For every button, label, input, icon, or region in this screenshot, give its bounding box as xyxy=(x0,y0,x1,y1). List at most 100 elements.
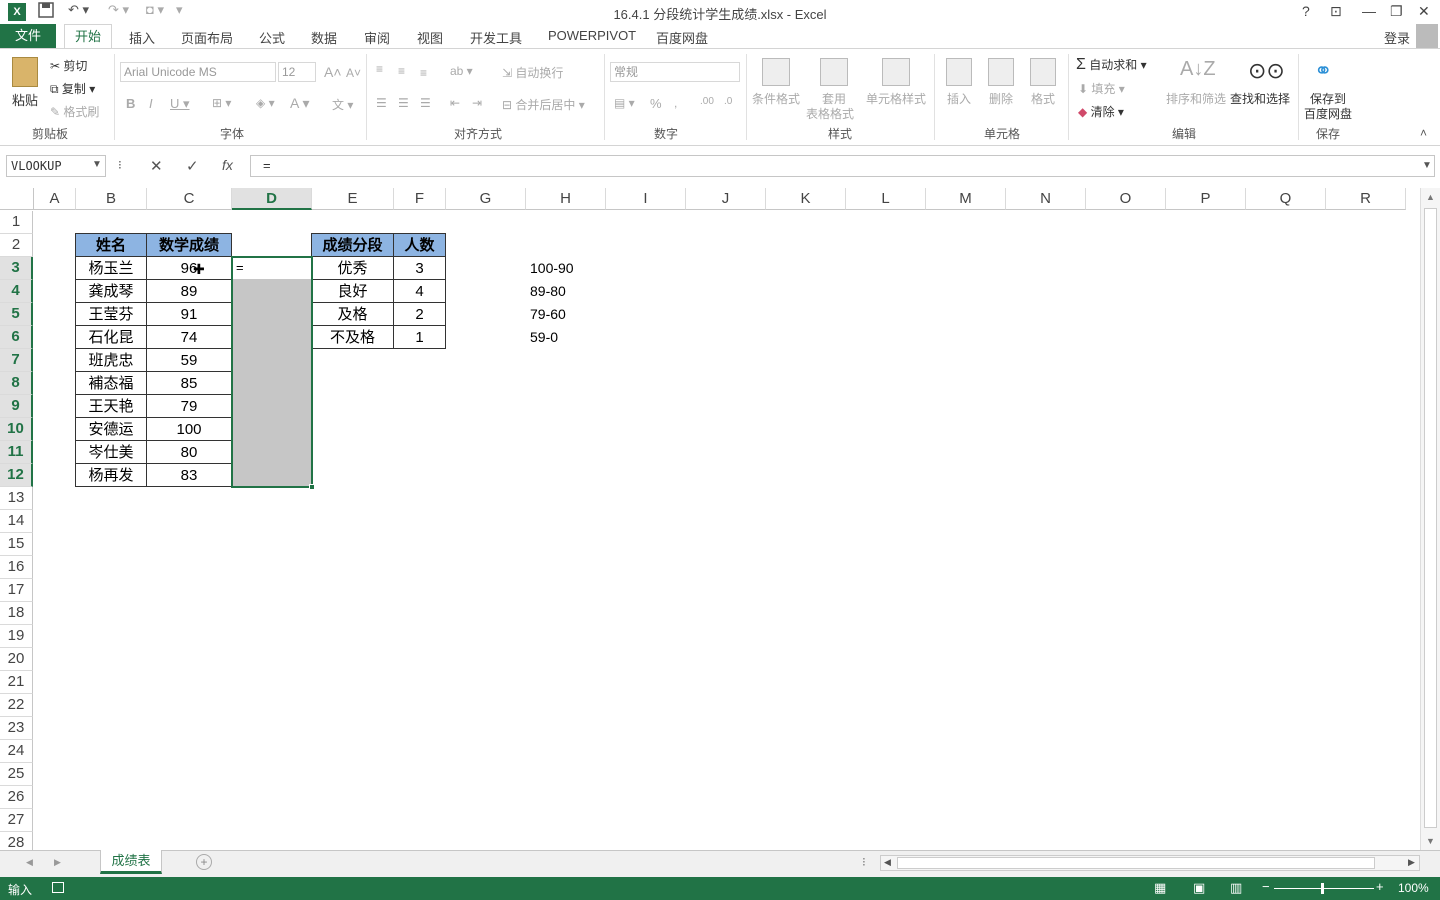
row-header-9[interactable]: 9 xyxy=(0,395,33,418)
row-header-2[interactable]: 2 xyxy=(0,234,33,257)
row-header-20[interactable]: 20 xyxy=(0,648,33,671)
expand-formula-bar-icon[interactable]: ▼ xyxy=(1422,160,1432,171)
row-header-14[interactable]: 14 xyxy=(0,510,33,533)
insert-function-icon[interactable]: fx xyxy=(222,157,233,173)
tab-splitter-icon[interactable]: ⁝ xyxy=(862,855,866,869)
row-header-26[interactable]: 26 xyxy=(0,786,33,809)
scroll-right-icon[interactable]: ▶ xyxy=(1408,857,1415,868)
insert-cells-button[interactable]: 插入 xyxy=(947,90,971,107)
macro-record-icon[interactable] xyxy=(52,882,64,893)
tab-review[interactable]: 审阅 xyxy=(364,28,390,47)
find-select-button[interactable]: 查找和选择 xyxy=(1230,90,1290,107)
tab-page-layout[interactable]: 页面布局 xyxy=(181,28,233,47)
increase-indent-icon[interactable]: ⇥ xyxy=(472,96,482,110)
tab-home[interactable]: 开始 xyxy=(64,24,112,49)
column-header-p[interactable]: P xyxy=(1166,188,1246,210)
paste-icon[interactable] xyxy=(12,57,38,87)
count-cell[interactable]: 1 xyxy=(393,325,446,349)
fill-color-icon[interactable]: ◈ ▾ xyxy=(256,96,275,110)
table-header[interactable]: 人数 xyxy=(393,233,446,257)
orientation-icon[interactable]: ab ▾ xyxy=(450,64,473,78)
percent-icon[interactable]: % xyxy=(650,96,662,111)
close-icon[interactable]: ✕ xyxy=(1418,3,1430,20)
increase-decimal-icon[interactable]: .00 xyxy=(700,96,714,107)
score-cell[interactable]: 74 xyxy=(146,325,232,349)
row-header-6[interactable]: 6 xyxy=(0,326,33,349)
student-name-cell[interactable]: 班虎忠 xyxy=(75,348,147,372)
shrink-font-icon[interactable]: A˅ xyxy=(346,66,361,80)
collapse-ribbon-icon[interactable]: ˄ xyxy=(1420,126,1427,140)
help-icon[interactable]: ? xyxy=(1302,3,1310,19)
column-header-b[interactable]: B xyxy=(76,188,147,210)
column-header-h[interactable]: H xyxy=(526,188,606,210)
column-header-q[interactable]: Q xyxy=(1246,188,1326,210)
sort-filter-button[interactable]: 排序和筛选 xyxy=(1166,90,1226,107)
select-all-corner[interactable] xyxy=(0,188,34,210)
zoom-slider[interactable] xyxy=(1274,888,1374,889)
italic-icon[interactable]: I xyxy=(149,96,153,111)
column-header-e[interactable]: E xyxy=(312,188,394,210)
scrollbar-thumb[interactable] xyxy=(1424,208,1437,828)
tab-powerpivot[interactable]: POWERPIVOT xyxy=(548,28,636,43)
grow-font-icon[interactable]: A˄ xyxy=(324,64,342,80)
decrease-indent-icon[interactable]: ⇤ xyxy=(450,96,460,110)
tab-baidu[interactable]: 百度网盘 xyxy=(656,28,708,47)
grade-band-cell[interactable]: 良好 xyxy=(311,279,394,303)
count-cell[interactable]: 2 xyxy=(393,302,446,326)
tab-formulas[interactable]: 公式 xyxy=(259,28,285,47)
zoom-slider-thumb[interactable] xyxy=(1321,883,1324,894)
accounting-icon[interactable]: ▤ ▾ xyxy=(614,96,635,110)
column-header-k[interactable]: K xyxy=(766,188,846,210)
comma-icon[interactable]: , xyxy=(674,96,677,110)
add-sheet-icon[interactable]: + xyxy=(196,854,212,870)
ribbon-display-icon[interactable]: ⊡ xyxy=(1330,3,1342,20)
row-header-19[interactable]: 19 xyxy=(0,625,33,648)
column-header-j[interactable]: J xyxy=(686,188,766,210)
user-avatar[interactable] xyxy=(1416,24,1438,48)
save-to-baidu-line2[interactable]: 百度网盘 xyxy=(1304,105,1352,122)
normal-view-icon[interactable]: ▦ xyxy=(1154,880,1166,896)
column-header-o[interactable]: O xyxy=(1086,188,1166,210)
tab-data[interactable]: 数据 xyxy=(311,28,337,47)
format-painter-button[interactable]: ✎ 格式刷 xyxy=(50,103,99,120)
name-box[interactable]: VLOOKUP xyxy=(6,155,106,177)
tab-view[interactable]: 视图 xyxy=(417,28,443,47)
row-header-21[interactable]: 21 xyxy=(0,671,33,694)
row-header-18[interactable]: 18 xyxy=(0,602,33,625)
name-box-dropdown-icon[interactable]: ▼ xyxy=(92,159,102,170)
student-name-cell[interactable]: 安德运 xyxy=(75,417,147,441)
column-header-g[interactable]: G xyxy=(446,188,526,210)
table-header[interactable]: 姓名 xyxy=(75,233,147,257)
restore-icon[interactable]: ❐ xyxy=(1390,3,1403,20)
phonetic-icon[interactable]: 文 ▾ xyxy=(332,96,353,113)
underline-icon[interactable]: U ▾ xyxy=(170,96,190,112)
bold-icon[interactable]: B xyxy=(126,96,135,111)
border-icon[interactable]: ⊞ ▾ xyxy=(212,96,231,110)
login-link[interactable]: 登录 xyxy=(1384,28,1410,47)
horizontal-scrollbar[interactable]: ◀ ▶ xyxy=(880,855,1420,871)
row-header-7[interactable]: 7 xyxy=(0,349,33,372)
align-left-icon[interactable]: ☰ xyxy=(376,96,387,110)
align-center-icon[interactable]: ☰ xyxy=(398,96,409,110)
range-text-cell[interactable]: 89-80 xyxy=(530,280,566,303)
table-header[interactable]: 数学成绩 xyxy=(146,233,232,257)
row-header-12[interactable]: 12 xyxy=(0,464,33,487)
score-cell[interactable]: 100 xyxy=(146,417,232,441)
table-header[interactable]: 成绩分段 xyxy=(311,233,394,257)
selected-range[interactable] xyxy=(231,256,313,488)
autosum-button[interactable]: Σ 自动求和 ▾ xyxy=(1076,56,1147,74)
tab-developer[interactable]: 开发工具 xyxy=(470,28,522,47)
column-header-i[interactable]: I xyxy=(606,188,686,210)
row-header-27[interactable]: 27 xyxy=(0,809,33,832)
score-cell[interactable]: 91 xyxy=(146,302,232,326)
row-header-17[interactable]: 17 xyxy=(0,579,33,602)
score-cell[interactable]: 59 xyxy=(146,348,232,372)
row-header-1[interactable]: 1 xyxy=(0,211,33,234)
row-header-3[interactable]: 3 xyxy=(0,257,33,280)
row-header-11[interactable]: 11 xyxy=(0,441,33,464)
range-text-cell[interactable]: 79-60 xyxy=(530,303,566,326)
sheet-tab-active[interactable]: 成绩表 xyxy=(100,850,162,874)
zoom-level[interactable]: 100% xyxy=(1398,881,1429,895)
align-right-icon[interactable]: ☰ xyxy=(420,96,431,110)
student-name-cell[interactable]: 王莹芬 xyxy=(75,302,147,326)
